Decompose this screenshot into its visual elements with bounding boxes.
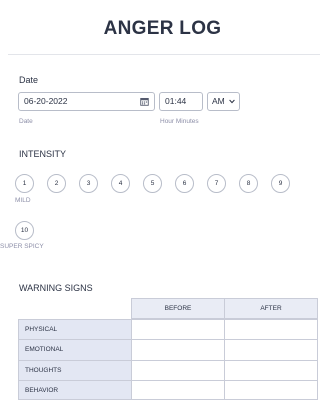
intensity-option[interactable]: 10 <box>15 221 34 240</box>
matrix-cell-thoughts-before[interactable] <box>131 360 225 381</box>
matrix-header-before: BEFORE <box>131 298 225 319</box>
ampm-value: AM <box>212 96 225 106</box>
intensity-option[interactable]: 3 <box>79 174 98 193</box>
intensity-option[interactable]: 4 <box>111 174 130 193</box>
intensity-option[interactable]: 5 <box>143 174 162 193</box>
intensity-option[interactable]: 8 <box>239 174 258 193</box>
matrix-row-label: THOUGHTS <box>18 360 132 381</box>
intensity-option[interactable]: 6 <box>175 174 194 193</box>
matrix-cell-behavior-before[interactable] <box>131 380 225 400</box>
matrix-cell-thoughts-after[interactable] <box>224 360 318 381</box>
matrix-cell-behavior-after[interactable] <box>224 380 318 400</box>
time-value: 01:44 <box>165 96 187 106</box>
intensity-option[interactable]: 1 <box>15 174 34 193</box>
matrix-row-label: PHYSICAL <box>18 319 132 340</box>
intensity-option[interactable]: 7 <box>207 174 226 193</box>
matrix-row-label: BEHAVIOR <box>18 380 132 400</box>
time-input[interactable]: 01:44 <box>159 92 203 111</box>
date-sublabel: Date <box>19 118 33 125</box>
matrix-header-after: AFTER <box>224 298 318 319</box>
date-value: 06-20-2022 <box>24 96 68 106</box>
title-divider <box>8 54 320 55</box>
ampm-select[interactable]: AM <box>207 92 240 111</box>
warning-signs-label: WARNING SIGNS <box>19 283 93 293</box>
matrix-cell-physical-before[interactable] <box>131 319 225 340</box>
matrix-cell-emotional-after[interactable] <box>224 339 318 361</box>
date-label: Date <box>19 75 39 85</box>
page-title: ANGER LOG <box>103 18 222 39</box>
intensity-option[interactable]: 9 <box>271 174 290 193</box>
calendar-icon[interactable] <box>140 97 149 106</box>
time-sublabel: Hour Minutes <box>160 118 199 125</box>
matrix-row-label: EMOTIONAL <box>18 339 132 361</box>
date-input[interactable]: 06-20-2022 <box>18 92 155 111</box>
intensity-option[interactable]: 2 <box>47 174 66 193</box>
intensity-min-caption: MILD <box>15 197 31 204</box>
chevron-down-icon <box>229 99 235 104</box>
matrix-cell-physical-after[interactable] <box>224 319 318 340</box>
matrix-cell-emotional-before[interactable] <box>131 339 225 361</box>
intensity-max-caption: SUPER SPICY <box>0 243 44 250</box>
intensity-label: INTENSITY <box>19 149 67 159</box>
